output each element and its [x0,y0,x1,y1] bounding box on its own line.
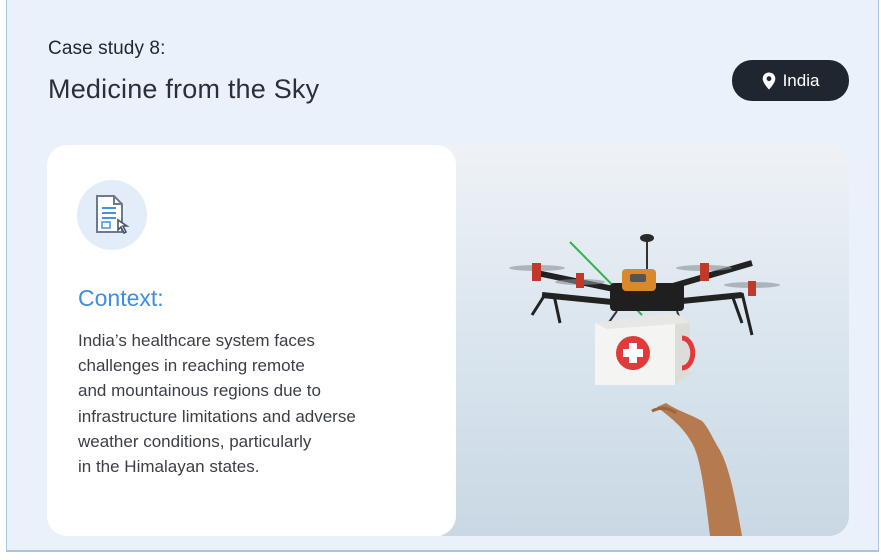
location-badge[interactable]: India [732,60,849,101]
context-line: infrastructure limitations and adverse [78,406,356,426]
context-line: in the Himalayan states. [78,457,260,477]
drone-delivery-illustration [509,234,780,536]
drone-photo [442,145,849,536]
case-study-title: Medicine from the Sky [48,74,320,104]
context-line: challenges in reaching remote [78,356,305,376]
context-line: weather conditions, particularly [78,431,312,451]
location-label: India [782,70,820,90]
case-study-frame: Case study 8: Medicine from the Sky Indi… [6,0,879,552]
case-study-label: Case study 8: [48,38,166,59]
location-pin-icon [762,72,776,90]
document-pointer-icon [77,180,147,250]
context-heading: Context: [78,285,164,311]
context-line: and mountainous regions due to [78,381,321,401]
context-line: India’s healthcare system faces [78,331,315,350]
context-body: India’s healthcare system faces challeng… [78,328,408,479]
